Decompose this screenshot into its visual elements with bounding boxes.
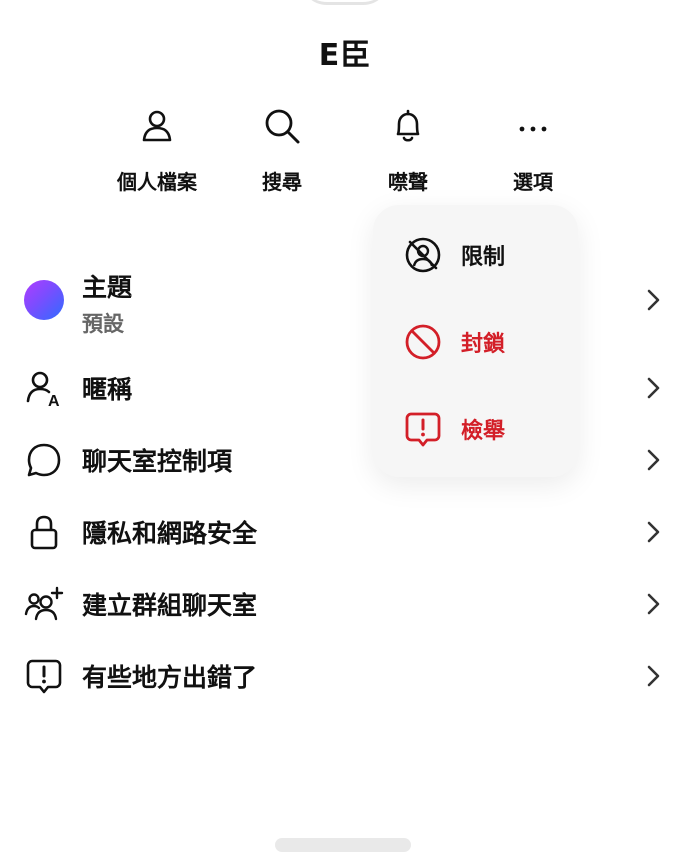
bell-icon bbox=[396, 109, 420, 142]
chevron-right-icon bbox=[647, 449, 660, 471]
mute-label: 噤聲 bbox=[388, 170, 428, 194]
create-group-row[interactable]: 建立群組聊天室 bbox=[0, 574, 690, 634]
report-menu-item[interactable]: 檢舉 bbox=[403, 407, 505, 451]
search-button[interactable]: 搜尋 bbox=[222, 100, 342, 195]
chevron-right-icon bbox=[647, 289, 660, 311]
chevron-right-icon bbox=[647, 521, 660, 543]
report-problem-row[interactable]: 有些地方出錯了 bbox=[0, 646, 690, 706]
search-icon bbox=[265, 109, 300, 144]
privacy-label: 隱私和網路安全 bbox=[82, 519, 258, 548]
chevron-right-icon bbox=[647, 377, 660, 399]
options-label: 選項 bbox=[513, 170, 553, 194]
theme-label: 主題 bbox=[82, 273, 133, 302]
create-group-label: 建立群組聊天室 bbox=[82, 591, 258, 620]
chat-controls-row[interactable]: 聊天室控制項 bbox=[0, 430, 690, 490]
nickname-row[interactable]: A 暱稱 bbox=[0, 358, 690, 418]
chevron-right-icon bbox=[647, 665, 660, 687]
nickname-icon: A bbox=[26, 371, 60, 408]
profile-button[interactable]: 個人檔案 bbox=[97, 100, 217, 195]
options-button[interactable]: 選項 bbox=[473, 100, 593, 195]
alert-bubble-icon bbox=[26, 659, 62, 694]
chat-bubble-icon bbox=[27, 443, 61, 477]
theme-swatch bbox=[24, 280, 64, 320]
mute-button[interactable]: 噤聲 bbox=[348, 100, 468, 195]
block-menu-item[interactable]: 封鎖 bbox=[403, 320, 505, 364]
lock-icon bbox=[30, 515, 58, 550]
restrict-label: 限制 bbox=[461, 245, 506, 270]
chevron-right-icon bbox=[647, 593, 660, 615]
block-label: 封鎖 bbox=[461, 332, 506, 357]
options-menu: 限制 封鎖 檢舉 bbox=[373, 205, 578, 477]
profile-label: 個人檔案 bbox=[117, 170, 197, 194]
restrict-menu-item[interactable]: 限制 bbox=[403, 233, 505, 277]
nickname-label: 暱稱 bbox=[82, 375, 133, 404]
block-icon bbox=[405, 324, 441, 360]
report-problem-label: 有些地方出錯了 bbox=[82, 663, 258, 692]
report-icon bbox=[405, 412, 441, 447]
restrict-icon bbox=[405, 237, 441, 273]
privacy-row[interactable]: 隱私和網路安全 bbox=[0, 502, 690, 562]
report-label: 檢舉 bbox=[461, 419, 506, 444]
avatar[interactable] bbox=[300, 0, 390, 5]
svg-text:A: A bbox=[48, 393, 60, 408]
theme-row[interactable]: 主題 預設 bbox=[0, 270, 690, 336]
home-indicator bbox=[275, 838, 411, 852]
action-bar: 個人檔案 搜尋 噤聲 選項 bbox=[0, 100, 690, 200]
search-label: 搜尋 bbox=[262, 170, 302, 194]
person-icon bbox=[142, 110, 172, 142]
contact-name: E臣 bbox=[318, 38, 372, 73]
add-people-icon bbox=[24, 586, 64, 621]
more-icon bbox=[519, 126, 547, 132]
chat-controls-label: 聊天室控制項 bbox=[82, 447, 233, 476]
theme-value: 預設 bbox=[82, 312, 124, 336]
